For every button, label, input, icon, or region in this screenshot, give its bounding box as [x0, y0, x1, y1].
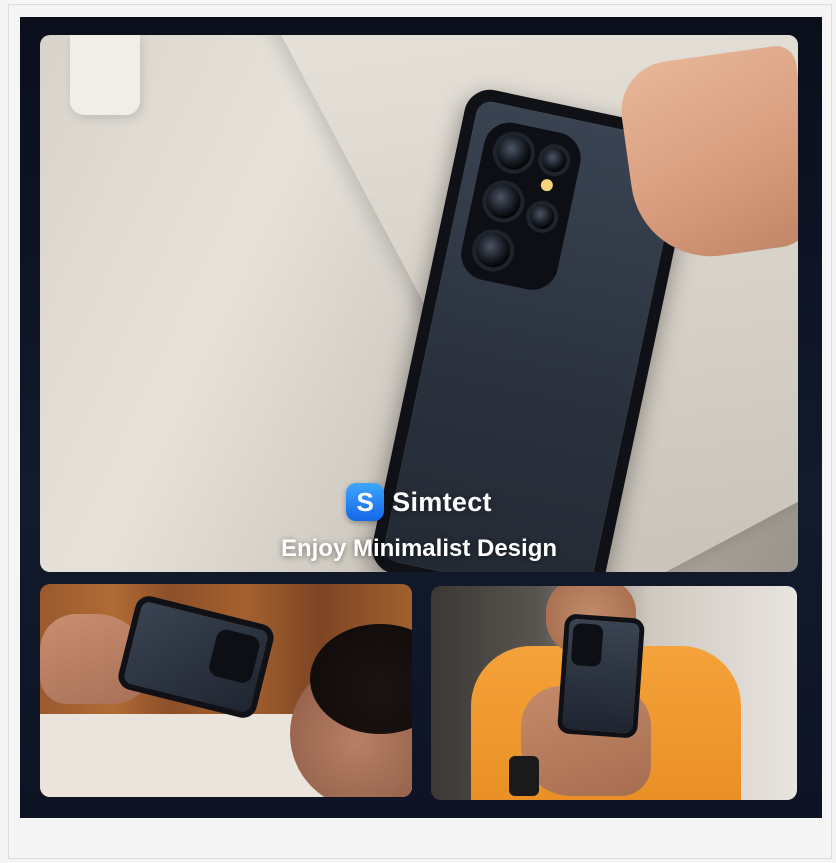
hero-photo: S Simtect Enjoy Minimalist Design: [40, 35, 798, 572]
hero-tagline: Enjoy Minimalist Design: [280, 535, 558, 562]
camera-lens-icon: [535, 141, 574, 180]
brand-name: Simtect: [392, 486, 492, 517]
brand-block: S Simtect: [40, 483, 798, 521]
watch-icon: [509, 756, 539, 796]
simtect-logo-icon: S: [346, 483, 385, 521]
flash-icon: [539, 178, 554, 193]
camera-island: [570, 622, 604, 667]
phone-case-image: [115, 593, 277, 721]
camera-island: [456, 117, 586, 295]
camera-lens-icon: [523, 197, 562, 236]
camera-island: [207, 627, 262, 685]
lifestyle-photo-left: [40, 584, 412, 797]
trouser-pleat: [70, 35, 140, 115]
phone-case-image: [556, 613, 646, 739]
lifestyle-photo-right: [431, 586, 797, 800]
camera-lens-icon: [488, 127, 539, 178]
camera-lens-icon: [478, 176, 529, 227]
brand-row: S Simtect: [346, 483, 492, 521]
camera-lens-icon: [468, 225, 519, 276]
